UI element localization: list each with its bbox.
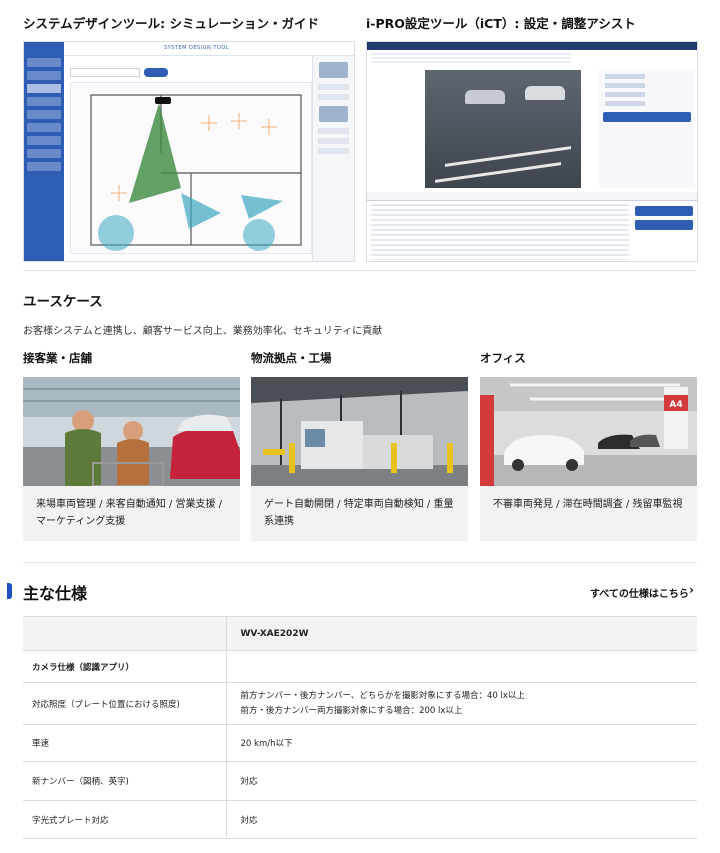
- section-accent-bar: [7, 583, 12, 599]
- use-case-card-retail: 来場車両管理 / 来客自動通知 / 営業支援 / マーケティング支援: [23, 377, 240, 541]
- spec-header-row: WV-XAE202W: [23, 616, 697, 651]
- spec-key: 対応照度（プレート位置における照度): [23, 682, 227, 725]
- use-case-card-logistics: ゲート自動開閉 / 特定車両自動検知 / 重量系連携: [251, 377, 468, 541]
- floor-plan: [70, 82, 312, 254]
- spec-key: 車速: [23, 724, 227, 762]
- camera-view: [425, 70, 581, 188]
- use-case-text-retail: 来場車両管理 / 来客自動通知 / 営業支援 / マーケティング支援: [36, 499, 223, 527]
- system-design-tool-title: システムデザインツール: シミュレーション・ガイド: [23, 16, 319, 31]
- spec-value: 前方ナンバー・後方ナンバー、どちらかを撮影対象にする場合：40 lx以上: [240, 690, 525, 701]
- office-sign: A4: [669, 400, 682, 410]
- spec-value: 20 km/h以下: [226, 724, 697, 762]
- use-case-text-office: 不審車両発見 / 滞在時間調査 / 残留車監視: [493, 499, 683, 510]
- ict-tool-title: i-PRO設定ツール（iCT）: 設定・調整アシスト: [366, 16, 636, 31]
- table-row: 車速 20 km/h以下: [23, 724, 697, 762]
- use-case-card-office: A4 不審車両発見 / 滞在時間調査 / 残留車監視: [480, 377, 697, 541]
- logistics-photo: [251, 377, 468, 486]
- use-case-label-logistics: 物流拠点・工場: [251, 351, 332, 365]
- spec-key: 新ナンバー（図柄、英字): [23, 761, 227, 801]
- specs-heading: 主な仕様: [23, 584, 88, 603]
- table-row: 対応照度（プレート位置における照度) 前方ナンバー・後方ナンバー、どちらかを撮影…: [23, 682, 697, 725]
- spec-category-row: カメラ仕様（認識アプリ）: [23, 650, 697, 683]
- table-row: 新ナンバー（図柄、英字) 対応: [23, 761, 697, 801]
- floor-plan-drawing: [90, 94, 302, 251]
- office-photo: A4: [480, 377, 697, 486]
- model-name: WV-XAE202W: [226, 616, 697, 651]
- spec-category: カメラ仕様（認識アプリ）: [23, 650, 227, 683]
- divider: [23, 270, 697, 271]
- use-case-label-retail: 接客業・店舗: [23, 351, 92, 365]
- spec-key: 字光式プレート対応: [23, 800, 227, 839]
- use-cases-heading: ユースケース: [23, 294, 103, 310]
- ict-tool-screenshot: [366, 41, 698, 262]
- retail-photo: [23, 377, 240, 486]
- use-cases-lead: お客様システムと連携し、顧客サービス向上、業務効率化、セキュリティに貢献: [23, 326, 383, 337]
- use-case-text-logistics: ゲート自動開閉 / 特定車両自動検知 / 重量系連携: [264, 499, 454, 527]
- divider: [23, 562, 697, 563]
- all-specs-link[interactable]: すべての仕様はこちら: [590, 585, 689, 600]
- spec-table: WV-XAE202W カメラ仕様（認識アプリ） 対応照度（プレート位置における照…: [23, 616, 697, 839]
- table-row: 字光式プレート対応 対応: [23, 800, 697, 839]
- chevron-right-icon[interactable]: ›: [689, 583, 694, 597]
- spec-value: 対応: [226, 761, 697, 801]
- sd-header-text: SYSTEM DESIGN TOOL: [164, 45, 230, 51]
- sd-sidebar: [24, 42, 64, 261]
- spec-value: 前方・後方ナンバー両方撮影対象にする場合：200 lx以上: [240, 705, 463, 716]
- system-design-tool-screenshot: SYSTEM DESIGN TOOL: [23, 41, 355, 262]
- use-case-label-office: オフィス: [480, 351, 526, 365]
- spec-value: 対応: [226, 800, 697, 839]
